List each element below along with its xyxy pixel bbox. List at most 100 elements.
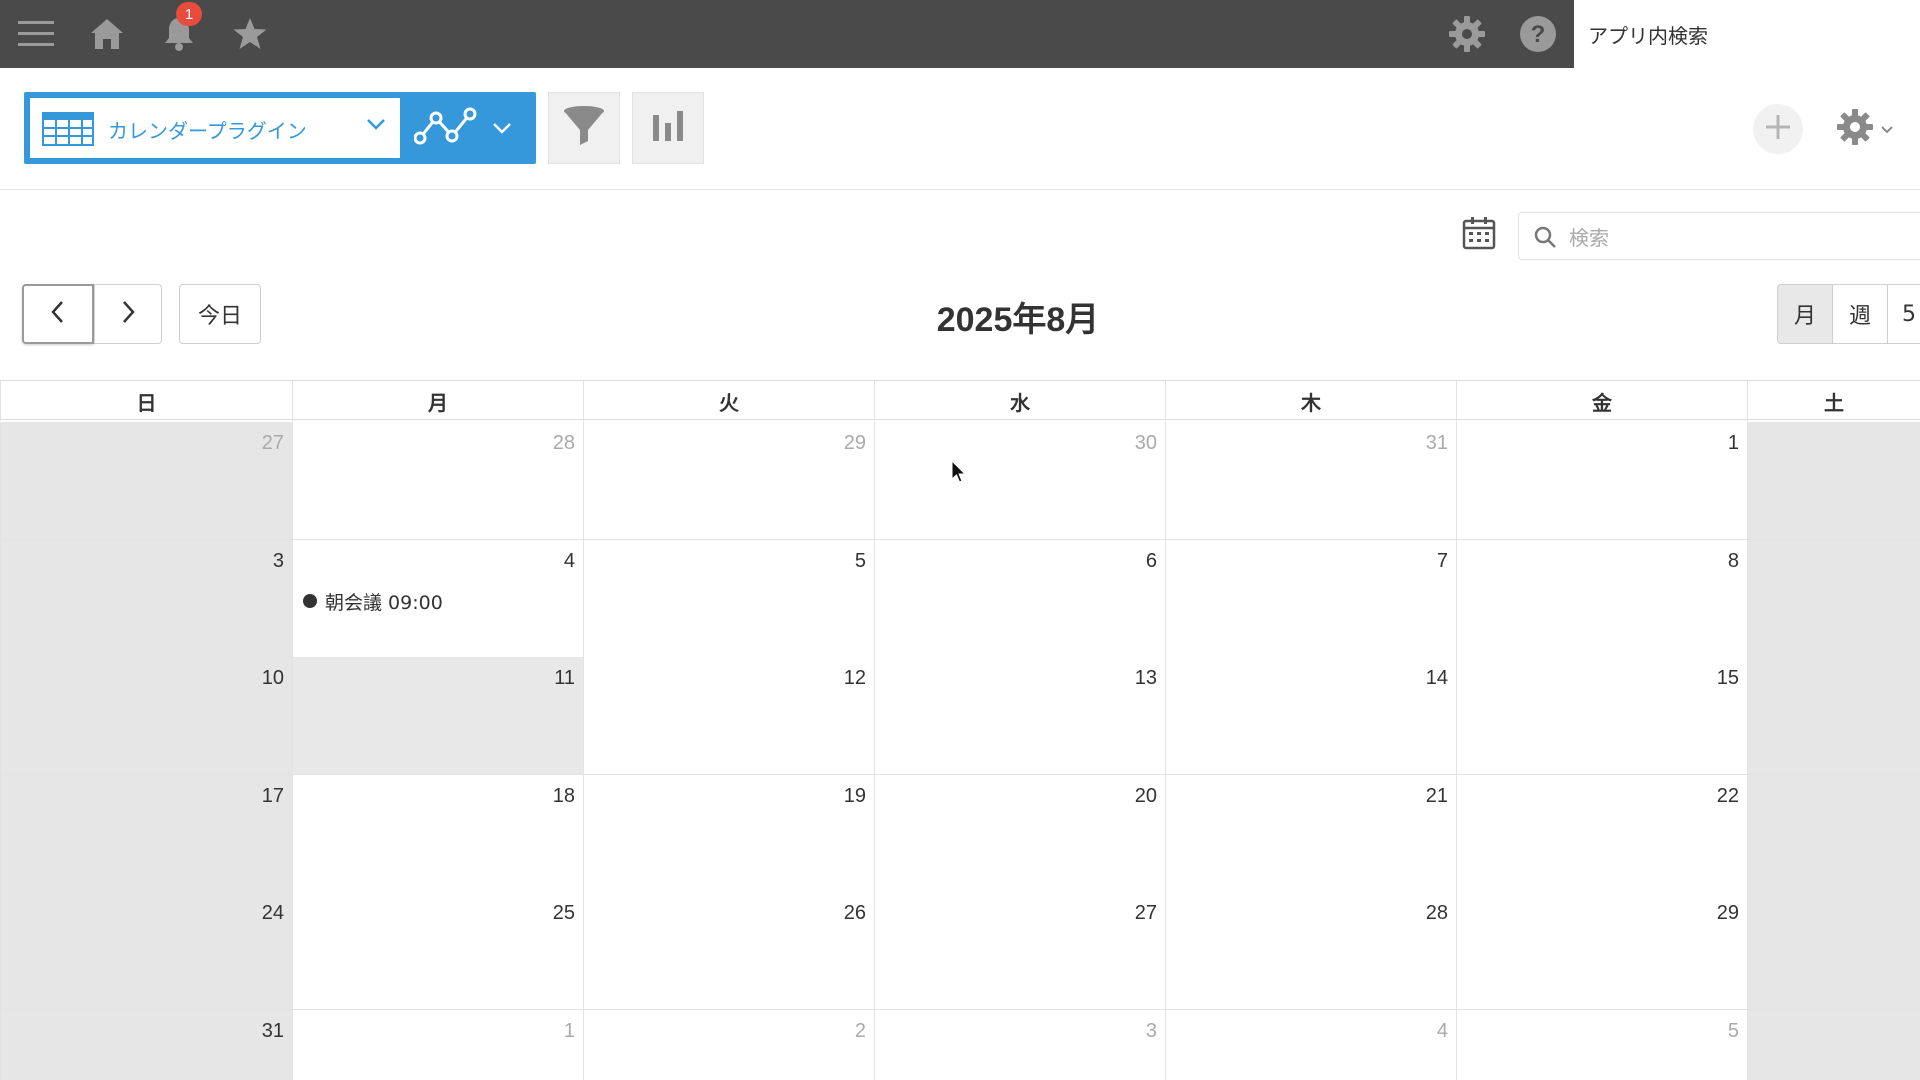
day-number: 1 xyxy=(563,1019,575,1042)
day-cell[interactable]: 11 xyxy=(292,657,583,775)
day-cell[interactable]: 28 xyxy=(1165,892,1456,1010)
graph-icon xyxy=(413,106,478,154)
top-bar: 1 ? アプリ内検索 xyxy=(0,0,1920,68)
day-number: 27 xyxy=(1134,902,1157,924)
day-cell[interactable]: 28 xyxy=(292,422,583,540)
gear-icon[interactable] xyxy=(1443,10,1491,58)
calendar-search-input[interactable]: 検索 xyxy=(1518,212,1920,260)
view-mode-group: 月 週 5 xyxy=(1777,284,1920,344)
day-cell[interactable]: 4 朝会議 09:00 xyxy=(292,539,583,658)
home-icon[interactable] xyxy=(83,10,131,58)
view-select-dropdown[interactable]: カレンダープラグイン xyxy=(30,98,400,158)
five-day-view-button[interactable]: 5 xyxy=(1887,284,1920,344)
day-cell[interactable]: 26 xyxy=(583,892,874,1010)
day-cell[interactable]: 31 xyxy=(1165,422,1456,540)
star-icon[interactable] xyxy=(226,10,274,58)
day-number: 31 xyxy=(261,1019,284,1042)
day-number: 31 xyxy=(1425,432,1448,454)
day-cell[interactable]: 13 xyxy=(874,657,1165,775)
graph-view-button[interactable] xyxy=(412,100,530,156)
day-cell[interactable] xyxy=(1747,422,1920,540)
day-number: 17 xyxy=(261,784,284,807)
day-cell[interactable]: 5 xyxy=(1456,1009,1747,1080)
day-cell[interactable]: 31 xyxy=(0,1009,292,1080)
day-number: 19 xyxy=(843,784,866,807)
day-cell[interactable]: 29 xyxy=(583,422,874,540)
menu-icon[interactable] xyxy=(12,10,60,58)
day-cell[interactable]: 2 xyxy=(583,1009,874,1080)
day-number: 28 xyxy=(552,432,575,454)
mouse-cursor-icon xyxy=(951,459,967,488)
day-cell[interactable]: 4 xyxy=(1165,1009,1456,1080)
day-cell[interactable]: 12 xyxy=(583,657,874,775)
day-cell[interactable]: 10 xyxy=(0,657,292,775)
view-toolbar: カレンダープラグイン xyxy=(0,68,1920,190)
view-name: カレンダープラグイン xyxy=(108,119,307,143)
filter-icon xyxy=(562,104,606,152)
day-cell[interactable]: 18 xyxy=(292,774,583,893)
calendar-week-row: 17 18 19 20 21 22 xyxy=(0,774,1920,893)
day-cell[interactable] xyxy=(1747,539,1920,658)
day-cell[interactable]: 8 xyxy=(1456,539,1747,658)
day-cell[interactable]: 20 xyxy=(874,774,1165,893)
day-number: 8 xyxy=(1727,549,1739,572)
day-cell[interactable]: 5 xyxy=(583,539,874,658)
week-view-button[interactable]: 週 xyxy=(1832,284,1888,344)
day-number: 29 xyxy=(1716,902,1739,924)
day-cell[interactable]: 27 xyxy=(874,892,1165,1010)
day-cell[interactable]: 3 xyxy=(0,539,292,658)
day-cell[interactable]: 27 xyxy=(0,422,292,540)
day-cell[interactable] xyxy=(1747,774,1920,893)
day-cell[interactable]: 15 xyxy=(1456,657,1747,775)
weekday-label: 火 xyxy=(583,381,874,421)
day-cell[interactable]: 19 xyxy=(583,774,874,893)
day-cell[interactable] xyxy=(1747,657,1920,775)
day-cell[interactable]: 24 xyxy=(0,892,292,1010)
day-number: 15 xyxy=(1716,667,1739,689)
day-number: 13 xyxy=(1134,667,1157,689)
day-number: 11 xyxy=(554,667,575,689)
day-number: 29 xyxy=(843,432,866,454)
help-icon[interactable]: ? xyxy=(1514,10,1562,58)
calendar-icon[interactable] xyxy=(1462,216,1496,254)
day-cell[interactable]: 6 xyxy=(874,539,1165,658)
add-record-button[interactable] xyxy=(1753,104,1803,154)
weekday-header: 日月火水木金土 xyxy=(0,380,1920,421)
day-cell[interactable]: 21 xyxy=(1165,774,1456,893)
month-view-button[interactable]: 月 xyxy=(1777,284,1833,344)
filter-button[interactable] xyxy=(548,92,620,164)
weekday-label: 金 xyxy=(1456,381,1747,421)
day-cell[interactable]: 17 xyxy=(0,774,292,893)
weekday-label: 水 xyxy=(874,381,1165,421)
day-cell[interactable]: 3 xyxy=(874,1009,1165,1080)
day-cell[interactable]: 1 xyxy=(1456,422,1747,540)
day-number: 4 xyxy=(563,549,575,572)
gear-icon xyxy=(1836,108,1874,150)
day-cell[interactable]: 7 xyxy=(1165,539,1456,658)
day-cell[interactable]: 30 xyxy=(874,422,1165,540)
day-number: 10 xyxy=(261,667,284,689)
day-number: 30 xyxy=(1134,432,1157,454)
day-cell[interactable]: 22 xyxy=(1456,774,1747,893)
day-cell[interactable]: 29 xyxy=(1456,892,1747,1010)
bar-chart-icon xyxy=(651,109,685,147)
day-cell[interactable]: 1 xyxy=(292,1009,583,1080)
graph-chart-button[interactable] xyxy=(632,92,704,164)
calendar-event[interactable]: 朝会議 09:00 xyxy=(303,588,443,615)
calendar-week-row: 31 1 2 3 4 5 xyxy=(0,1009,1920,1080)
day-cell[interactable] xyxy=(1747,1009,1920,1080)
day-number: 2 xyxy=(854,1019,866,1042)
plus-icon xyxy=(1764,113,1792,145)
day-cell[interactable]: 14 xyxy=(1165,657,1456,775)
search-icon xyxy=(1533,225,1557,254)
notification-badge: 1 xyxy=(176,2,202,26)
day-cell[interactable] xyxy=(1747,892,1920,1010)
chevron-down-icon xyxy=(366,116,386,135)
app-settings-button[interactable] xyxy=(1836,104,1906,154)
day-number: 26 xyxy=(843,902,866,924)
event-dot-icon xyxy=(303,594,317,608)
weekday-label: 月 xyxy=(292,381,583,421)
day-number: 1 xyxy=(1727,432,1739,454)
day-cell[interactable]: 25 xyxy=(292,892,583,1010)
app-search-input[interactable]: アプリ内検索 xyxy=(1574,0,1920,68)
